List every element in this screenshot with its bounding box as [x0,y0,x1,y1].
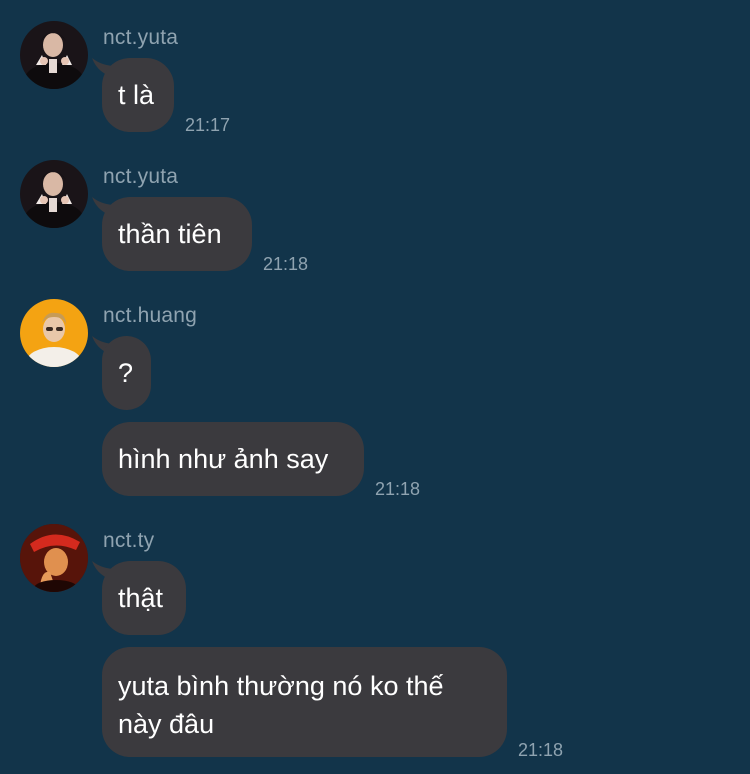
message-bubble[interactable]: t là [102,58,174,132]
message-bubble[interactable]: thật [102,561,186,635]
sender-name: nct.yuta [103,165,179,188]
avatar-yuta[interactable] [20,160,88,228]
sender-name: nct.yuta [103,26,179,49]
message-bubble[interactable]: thần tiên [102,197,252,271]
yuta-avatar-image [20,21,88,89]
message-time: 21:17 [185,115,231,135]
ty-avatar-image [20,524,88,592]
avatar-yuta[interactable] [20,21,88,89]
message-bubble[interactable]: yuta bình thường nó ko thế này đâu [102,647,507,757]
sender-name: nct.ty [103,529,155,552]
avatar-ty[interactable] [20,524,88,592]
chat-thread: nct.yuta t là 21:17 nct.yuta thần tiên 2… [0,0,750,774]
huang-avatar-image [20,299,88,367]
message-time: 21:18 [518,740,564,760]
message-bubble[interactable]: ? [102,336,151,410]
message-time: 21:18 [375,479,421,499]
message-time: 21:18 [263,254,309,274]
message-text: yuta bình thường nó ko thế này đâu [118,671,444,739]
message-text: ? [118,357,134,388]
message-text: t là [118,79,155,110]
avatar-huang[interactable] [20,299,88,367]
yuta-avatar-image [20,160,88,228]
message-text: hình như ảnh say [118,443,329,474]
message-text: thật [118,582,164,613]
message-text: thần tiên [118,218,222,249]
message-bubble[interactable]: hình như ảnh say [102,422,364,496]
sender-name: nct.huang [103,304,198,327]
